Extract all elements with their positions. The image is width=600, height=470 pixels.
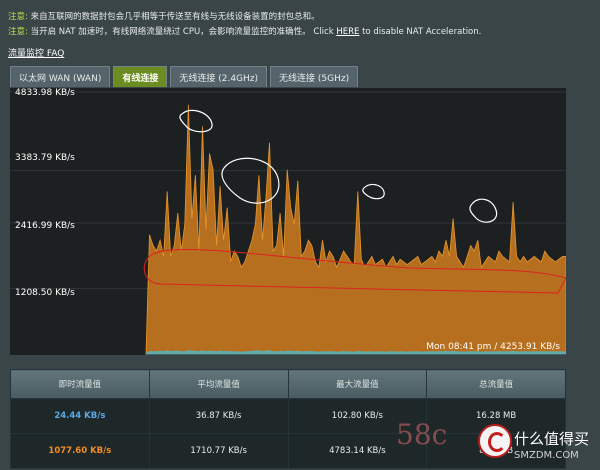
tab-wan[interactable]: 以太网 WAN (WAN)	[10, 66, 111, 87]
note-text-2: 当开启 NAT 加速时，有线网络流量绕过 CPU，会影响流量监控的准确性。 Cl…	[30, 27, 334, 37]
tab-wireless-5[interactable]: 无线连接 (5GHz)	[270, 66, 359, 87]
tab-wired[interactable]: 有线连接	[113, 66, 168, 87]
watermark-brand: 什么值得买	[514, 430, 590, 448]
tab-wireless-24[interactable]: 无线连接 (2.4GHz)	[170, 66, 268, 87]
stats-cell: 24.44 KB/s	[10, 398, 150, 434]
y-tick-label: 2416.99 KB/s	[15, 221, 75, 231]
traffic-chart: 4833.98 KB/s 3383.79 KB/s 2416.99 KB/s 1…	[10, 88, 566, 355]
stats-cell: 36.87 KB/s	[148, 398, 289, 434]
stats-header: 平均流量值	[148, 369, 289, 399]
watermark-text: 58c	[396, 418, 448, 451]
stats-cell: 1077.60 KB/s	[10, 433, 150, 469]
smzdm-logo-icon	[478, 424, 512, 458]
watermark-url: SMZDM.COM	[514, 450, 579, 461]
note-line-1: 注意: 来自互联网的数据封包会几乎相等于传送至有线与无线设备装置的封包总和。	[8, 10, 593, 25]
note-text-1: 来自互联网的数据封包会几乎相等于传送至有线与无线设备装置的封包总和。	[30, 12, 320, 22]
note-label: 注意:	[8, 12, 28, 22]
note-label: 注意:	[8, 27, 28, 37]
disable-nat-link[interactable]: HERE	[336, 27, 359, 37]
stats-header: 总流量值	[426, 369, 566, 399]
note-line-2: 注意: 当开启 NAT 加速时，有线网络流量绕过 CPU，会影响流量监控的准确性…	[8, 25, 593, 40]
traffic-tabs: 以太网 WAN (WAN) 有线连接 无线连接 (2.4GHz) 无线连接 (5…	[10, 66, 359, 88]
chart-current-readout: Mon 08:41 pm / 4253.91 KB/s	[426, 342, 560, 352]
y-tick-label: 1208.50 KB/s	[15, 288, 75, 298]
traffic-chart-svg	[10, 88, 566, 355]
stats-cell: 1710.77 KB/s	[148, 433, 289, 469]
traffic-faq-link[interactable]: 流量监控 FAQ	[8, 46, 64, 59]
note-text-2-tail: to disable NAT Acceleration.	[362, 27, 482, 37]
y-tick-label: 4833.98 KB/s	[15, 88, 75, 98]
stats-header: 最大流量值	[287, 369, 428, 399]
notes-panel: 注意: 来自互联网的数据封包会几乎相等于传送至有线与无线设备装置的封包总和。 注…	[8, 10, 593, 40]
stats-header: 即时流量值	[10, 369, 150, 399]
stats-table: 即时流量值 平均流量值 最大流量值 总流量值 24.44 KB/s 36.87 …	[10, 369, 566, 469]
y-tick-label: 3383.79 KB/s	[15, 153, 75, 163]
